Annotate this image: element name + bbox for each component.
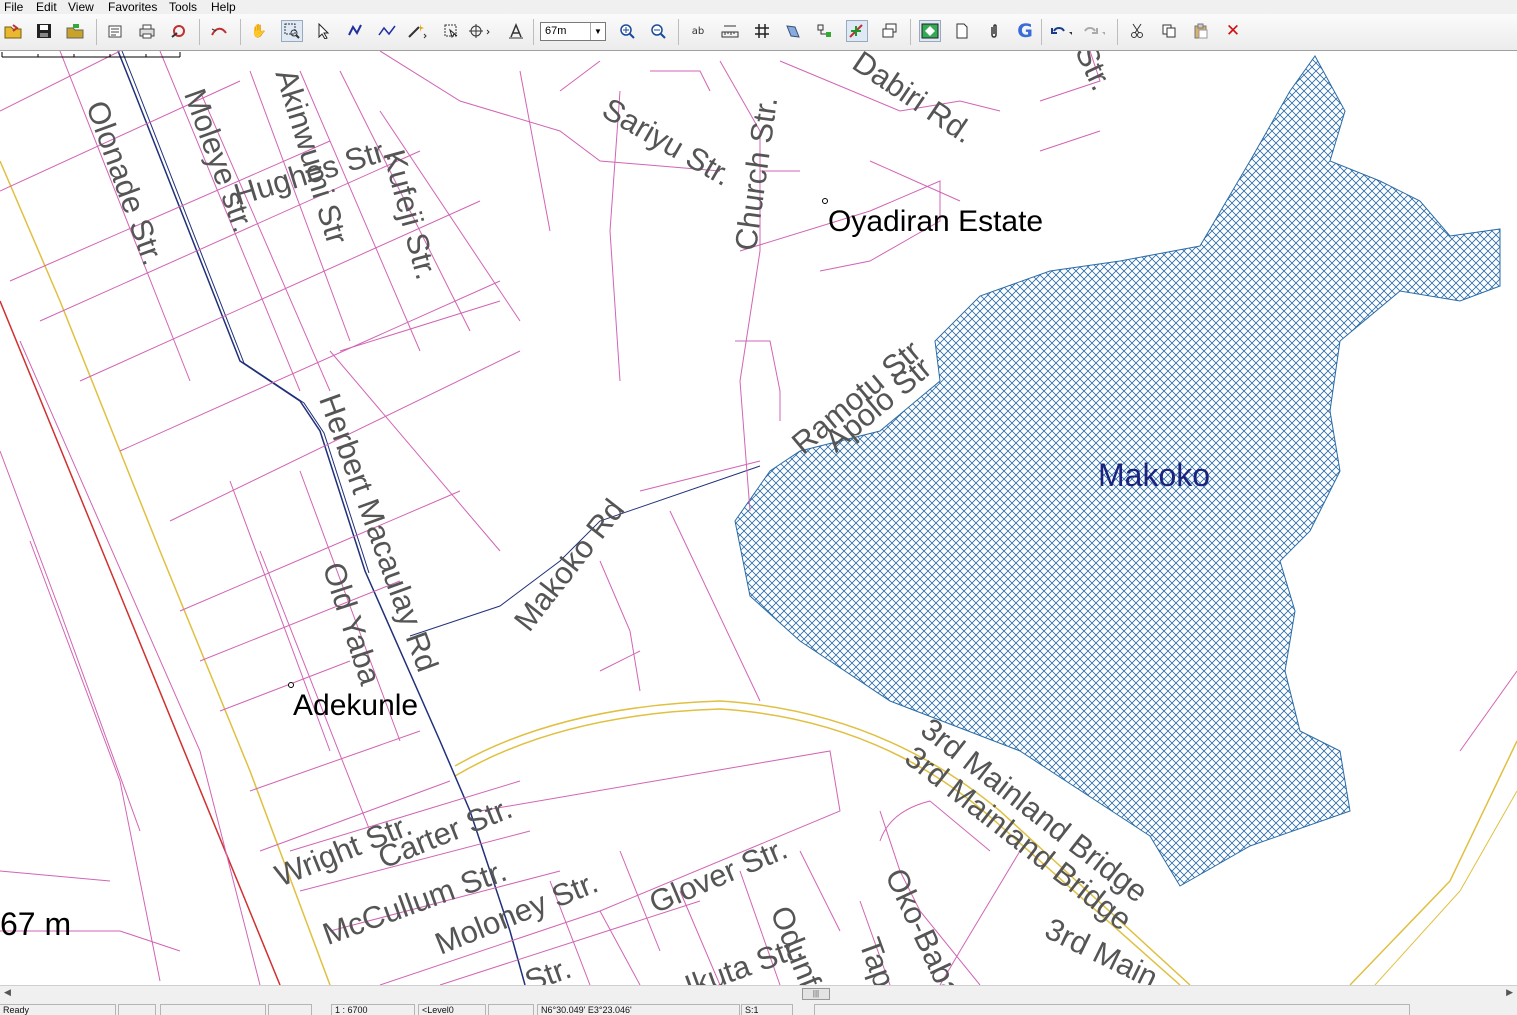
waypoint-icon[interactable] — [814, 20, 836, 42]
toolbar: ✋ 67m ▼ ab G ✕ — [0, 14, 1517, 51]
zoom-rect-icon[interactable] — [281, 20, 303, 42]
pan-hand-icon[interactable]: ✋ — [248, 20, 270, 42]
toolbar-separator — [96, 19, 97, 45]
status-ready: Ready — [0, 1004, 116, 1015]
toolbar-separator — [1041, 19, 1042, 45]
toolbar-separator — [678, 19, 679, 45]
edit-node-icon[interactable] — [344, 20, 366, 42]
place-marker — [822, 198, 828, 204]
status-cell — [160, 1004, 266, 1015]
zoom-out-icon[interactable] — [647, 20, 669, 42]
print-icon[interactable] — [136, 20, 158, 42]
menu-view[interactable]: View — [68, 0, 94, 14]
text-tool-icon[interactable] — [505, 20, 527, 42]
toolbar-separator — [199, 19, 200, 45]
redo-icon[interactable] — [1083, 20, 1105, 42]
menu-edit[interactable]: Edit — [36, 0, 57, 14]
delete-icon[interactable]: ✕ — [1222, 20, 1244, 42]
menu-favorites[interactable]: Favorites — [108, 0, 157, 14]
new-page-icon[interactable] — [951, 20, 973, 42]
undo-route-icon[interactable] — [208, 20, 230, 42]
zoom-in-icon[interactable] — [616, 20, 638, 42]
scroll-right-icon[interactable]: ▶ — [1506, 987, 1513, 998]
save-icon[interactable] — [33, 20, 55, 42]
major-road — [1349, 740, 1517, 985]
status-cell — [488, 1004, 534, 1015]
properties-icon[interactable] — [104, 20, 126, 42]
layers-icon[interactable] — [782, 20, 804, 42]
river-line — [121, 51, 370, 574]
toolbar-separator — [910, 19, 911, 45]
chevron-down-icon[interactable]: ▼ — [590, 23, 605, 40]
open-folder-icon[interactable] — [2, 20, 24, 42]
major-road — [1374, 790, 1517, 985]
status-scale: 1 : 6700 — [331, 1004, 415, 1015]
stack-icon[interactable] — [879, 20, 901, 42]
toolbar-separator — [1117, 19, 1118, 45]
add-point-icon[interactable] — [846, 20, 868, 42]
water-label-makoko: Makoko — [1098, 457, 1211, 493]
gps-icon[interactable] — [168, 20, 190, 42]
map-canvas[interactable]: Olonade Str. Moleye str. Hughes Str. Aki… — [0, 51, 1517, 985]
grid-icon[interactable] — [751, 20, 773, 42]
google-icon[interactable]: G — [1014, 20, 1036, 42]
polyline-icon[interactable] — [376, 20, 398, 42]
zoom-level-combobox[interactable]: 67m ▼ — [540, 22, 606, 41]
scroll-left-icon[interactable]: ◀ — [4, 987, 11, 998]
scrollbar-thumb[interactable]: ||| — [802, 988, 830, 1000]
paste-icon[interactable] — [1190, 20, 1212, 42]
place-marker — [288, 682, 294, 688]
status-cell — [118, 1004, 156, 1015]
scale-bar — [1, 52, 181, 58]
label-ab-icon[interactable]: ab — [687, 20, 709, 42]
menu-tools[interactable]: Tools — [169, 0, 197, 14]
scale-label: 67 m — [0, 906, 72, 942]
export-icon[interactable] — [64, 20, 86, 42]
rotate-icon[interactable] — [468, 20, 490, 42]
map-export-icon[interactable] — [919, 20, 941, 42]
toolbar-separator — [240, 19, 241, 45]
cut-icon[interactable] — [1126, 20, 1148, 42]
horizontal-scrollbar[interactable]: ◀ ||| ▶ — [0, 985, 1517, 1003]
status-s1: S:1 — [741, 1004, 793, 1015]
status-coordinates: N6°30.049' E3°23.046' — [537, 1004, 740, 1015]
status-cell — [814, 1004, 1410, 1015]
status-bar: Ready 1 : 6700 <Level0 N6°30.049' E3°23.… — [0, 1003, 1517, 1015]
menu-file[interactable]: File — [4, 0, 23, 14]
menu-bar: File Edit View Favorites Tools Help — [0, 0, 1517, 14]
place-label-oyadiran-estate: Oyadiran Estate — [828, 205, 1044, 238]
status-level: <Level0 — [418, 1004, 486, 1015]
select-arrow-icon[interactable] — [313, 20, 335, 42]
place-label-adekunle: Adekunle — [293, 689, 419, 722]
menu-help[interactable]: Help — [211, 0, 236, 14]
undo-icon[interactable] — [1050, 20, 1072, 42]
select-area-icon[interactable] — [440, 20, 462, 42]
toolbar-separator — [533, 19, 534, 45]
status-cell — [268, 1004, 312, 1015]
magic-wand-icon[interactable] — [406, 20, 428, 42]
copy-icon[interactable] — [1158, 20, 1180, 42]
ruler-icon[interactable] — [719, 20, 741, 42]
zoom-level-value: 67m — [545, 25, 567, 37]
attach-icon[interactable] — [983, 20, 1005, 42]
